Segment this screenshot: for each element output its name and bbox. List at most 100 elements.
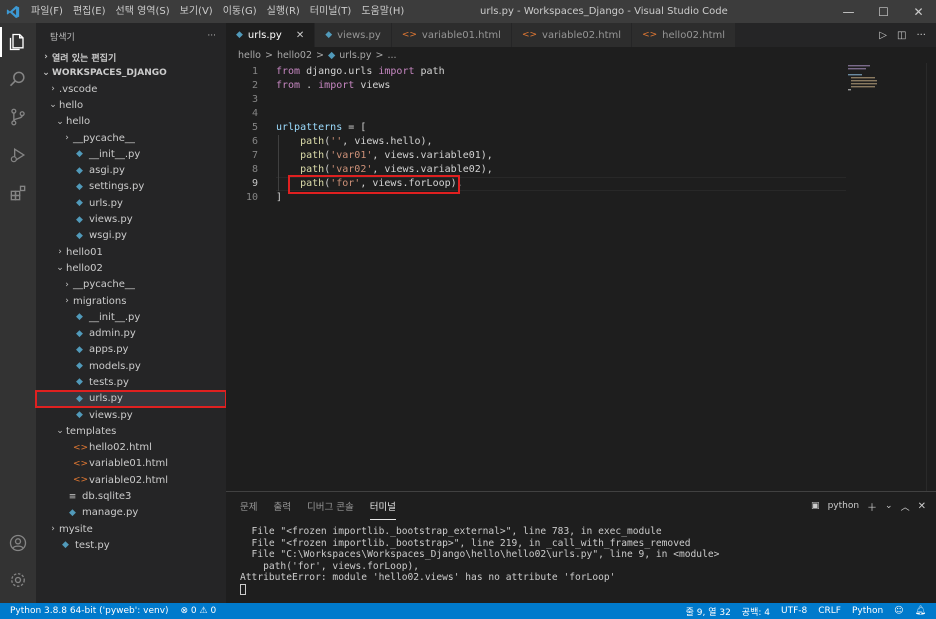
menu-item-5[interactable]: 실행(R) [262,0,305,23]
tree-file[interactable]: ◆ admin.py [36,325,226,341]
tree-file[interactable]: ◆ test.py [36,537,226,553]
tree-file[interactable]: ◆ urls.py [36,195,226,211]
terminal-output[interactable]: File "<frozen importlib._bootstrap_exter… [240,526,719,595]
menu-item-0[interactable]: 파일(F) [26,0,68,23]
tree-item-label: variable01.html [89,458,169,470]
cursor-position[interactable]: 줄 9, 열 32 [686,605,731,618]
new-terminal-icon[interactable]: ＋ [867,499,877,514]
panel-tab-1[interactable]: 출력 [273,492,290,520]
menu-item-2[interactable]: 선택 영역(S) [111,0,175,23]
account-icon[interactable] [6,531,30,555]
tree-folder[interactable]: › .vscode [36,81,226,97]
tree-file[interactable]: ◆ tests.py [36,374,226,390]
indentation[interactable]: 공백: 4 [742,605,770,618]
menu-item-1[interactable]: 편집(E) [68,0,111,23]
open-editors-section[interactable]: › 열려 있는 편집기 [36,49,226,65]
close-window-icon[interactable]: ✕ [901,0,936,23]
tree-file[interactable]: ◆ models.py [36,358,226,374]
line-number: 1 [251,66,258,77]
tree-folder[interactable]: › hello01 [36,244,226,260]
tree-file[interactable]: ◆ urls.py [35,389,227,408]
code-token: django.urls [306,66,379,77]
close-tab-icon[interactable]: ✕ [296,30,304,41]
html-file-icon: <> [642,30,658,40]
tab-hello02-html[interactable]: <> hello02.html [632,23,737,47]
tree-file[interactable]: <> variable01.html [36,456,226,472]
tree-item-label: test.py [75,539,110,551]
tab-actions: ▷ ◫ ··· [879,23,936,47]
menu-item-4[interactable]: 이동(G) [218,0,262,23]
tab-views-py[interactable]: ◆ views.py [315,23,392,47]
menu-item-3[interactable]: 보기(V) [175,0,218,23]
tree-file[interactable]: ◆ views.py [36,407,226,423]
tree-file[interactable]: ◆ settings.py [36,179,226,195]
panel-tab-3[interactable]: 터미널 [369,492,396,520]
tree-folder[interactable]: ⌄ hello02 [36,260,226,276]
menu-item-6[interactable]: 터미널(T) [305,0,357,23]
explorer-icon[interactable] [6,30,30,54]
code-token: from [276,66,307,77]
tree-file[interactable]: ◆ asgi.py [36,162,226,178]
breadcrumb-item[interactable]: urls.py [339,50,371,61]
html-file-icon: <> [401,30,417,40]
split-editor-icon[interactable]: ◫ [897,30,906,41]
terminal-shell-icon[interactable]: ▣ [811,501,820,511]
more-actions-icon[interactable]: ··· [207,31,216,41]
problems-count[interactable]: ⊗ 0 ⚠ 0 [181,606,217,616]
editor-more-icon[interactable]: ··· [916,30,926,41]
sidebar-title: 탐색기 [50,32,75,43]
tree-folder[interactable]: ⌄ hello [36,114,226,130]
tree-file[interactable]: ◆ manage.py [36,505,226,521]
line-ending[interactable]: CRLF [818,606,841,616]
chevron-right-icon: › [65,133,69,144]
minimap[interactable] [848,63,926,103]
run-debug-icon[interactable] [6,143,30,167]
gear-icon[interactable] [6,568,30,592]
python-interpreter[interactable]: Python 3.8.8 64-bit ('pyweb': venv) [10,606,169,616]
tree-item-label: models.py [89,360,141,372]
feedback-icon[interactable]: ☺ [894,606,903,616]
tab-variable02-html[interactable]: <> variable02.html [511,23,633,47]
close-panel-icon[interactable]: ✕ [918,501,926,512]
tree-folder[interactable]: ⌄ templates [36,423,226,439]
menu-item-7[interactable]: 도움말(H) [356,0,409,23]
tab-variable01-html[interactable]: <> variable01.html [391,23,512,47]
maximize-icon[interactable]: ☐ [866,0,901,23]
tree-folder[interactable]: › migrations [36,293,226,309]
terminal-shell-label[interactable]: python [828,501,859,511]
search-icon[interactable] [6,67,30,91]
tree-folder[interactable]: › mysite [36,521,226,537]
run-file-icon[interactable]: ▷ [879,30,887,41]
editor-scrollbar[interactable] [926,63,936,491]
code-editor[interactable]: 1 from django.urls import path 2 from . imp… [226,63,936,491]
panel-tab-0[interactable]: 문제 [240,492,257,520]
breadcrumb-item[interactable]: ... [387,50,396,61]
extensions-icon[interactable] [6,181,30,205]
source-control-icon[interactable] [6,105,30,129]
tree-file[interactable]: ◆ __init__.py [36,309,226,325]
notifications-icon[interactable]: 🔔︎ [915,606,926,616]
tree-file[interactable]: ◆ views.py [36,211,226,227]
tree-file[interactable]: ≡ db.sqlite3 [36,488,226,504]
panel-tab-2[interactable]: 디버그 콘솔 [307,492,354,520]
workspace-section[interactable]: ⌄ WORKSPACES_DJANGO [36,65,226,81]
html-file-icon: <> [73,475,89,486]
tree-file[interactable]: <> hello02.html [36,440,226,456]
language-mode[interactable]: Python [852,606,883,616]
breadcrumb-item[interactable]: hello02 [277,50,312,61]
terminal-dropdown-icon[interactable]: ⌄ [885,501,893,511]
tree-file[interactable]: <> variable02.html [36,472,226,488]
maximize-panel-icon[interactable]: ︿ [901,500,910,513]
tree-file[interactable]: ◆ apps.py [36,342,226,358]
breadcrumb-item[interactable]: hello [238,50,261,61]
tree-folder[interactable]: › __pycache__ [36,130,226,146]
tree-file[interactable]: ◆ __init__.py [36,146,226,162]
minimize-icon[interactable]: — [831,0,866,23]
code-text: path('var01', views.variable01), [276,149,493,163]
tree-file[interactable]: ◆ wsgi.py [36,228,226,244]
tree-folder[interactable]: › __pycache__ [36,277,226,293]
encoding[interactable]: UTF-8 [781,606,807,616]
tree-item-label: hello [66,116,91,128]
tree-folder[interactable]: ⌄ hello [36,97,226,113]
tab-urls-py[interactable]: ◆ urls.py ✕ [226,23,316,47]
